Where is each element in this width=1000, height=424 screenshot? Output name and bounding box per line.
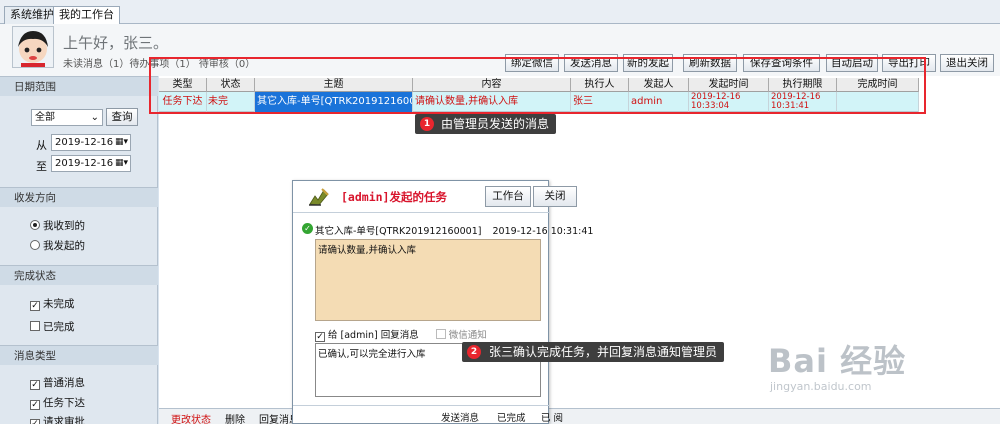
to-date-field[interactable]: 2019-12-16 ▦▾ [51, 155, 131, 172]
task-dialog: [admin]发起的任务 工作台 关闭 ✓ 其它入库-单号[QTRK201912… [292, 180, 593, 424]
checkbox-complete[interactable]: 已完成 [30, 319, 75, 334]
from-date-value: 2019-12-16 [55, 137, 114, 148]
change-status-link[interactable]: 更改状态 [171, 411, 211, 424]
dialog-subject-text: 其它入库-单号[QTRK201912160001] [315, 226, 482, 237]
mark-complete-button[interactable]: 已完成 [497, 410, 526, 424]
callout-reply-message: 2 张三确认完成任务，并回复消息通知管理员 [462, 342, 725, 362]
callout-text: 张三确认完成任务，并回复消息通知管理员 [489, 345, 718, 359]
checkbox-checked-icon: ✓ [30, 301, 40, 311]
calendar-dropdown-icon: ▦▾ [114, 137, 128, 147]
checkbox-incomplete[interactable]: ✓ 未完成 [30, 296, 75, 311]
check-circle-icon: ✓ [302, 223, 313, 234]
watermark-logo: Bai 经验 [768, 342, 907, 380]
checkbox-complete-label: 已完成 [43, 321, 75, 333]
msg-type-header: 消息类型 [0, 345, 158, 365]
checkbox-approval-request[interactable]: ✓ 请求审批 [30, 414, 85, 424]
highlight-box [149, 57, 926, 114]
calendar-dropdown-icon: ▦▾ [114, 158, 128, 168]
from-label: 从 [36, 139, 47, 152]
callout-number: 2 [467, 345, 481, 359]
radio-received-label: 我收到的 [43, 220, 85, 232]
watermark: Bai 经验 jingyan.baidu.com [760, 336, 970, 406]
checkbox-approval-request-label: 请求审批 [43, 416, 85, 424]
dialog-divider [293, 212, 550, 213]
to-label: 至 [36, 160, 47, 173]
bottom-action-bar: 更改状态 删除 回复消息 [159, 408, 1000, 424]
checkbox-incomplete-label: 未完成 [43, 298, 75, 310]
completion-header: 完成状态 [0, 265, 158, 285]
mark-read-button[interactable]: 已 阅 [541, 410, 563, 424]
delete-link[interactable]: 删除 [225, 411, 245, 424]
task-content-box: 请确认数量,并确认入库 [315, 239, 541, 321]
to-date-value: 2019-12-16 [55, 158, 114, 169]
checkbox-checked-icon: ✓ [30, 419, 40, 424]
workbench-button[interactable]: 工作台 [485, 186, 531, 207]
tab-my-workbench[interactable]: 我的工作台 [53, 6, 120, 24]
callout-admin-message: 1 由管理员发送的消息 [415, 114, 557, 134]
radio-sent[interactable]: 我发起的 [30, 238, 85, 253]
tab-bar: 系统维护 我的工作台 [0, 0, 1000, 24]
dialog-title: [admin]发起的任务 [341, 190, 447, 204]
checkbox-checked-icon: ✓ [30, 400, 40, 410]
date-range-select[interactable]: 全部 ⌄ [31, 109, 103, 126]
checkbox-unchecked-icon [30, 321, 40, 331]
dialog-subject-time: 2019-12-16 10:31:41 [492, 226, 594, 237]
chevron-down-icon: ⌄ [90, 112, 99, 123]
checkbox-task-assign[interactable]: ✓ 任务下达 [30, 395, 85, 410]
reply-checkbox-label: 给 [admin] 回复消息 [328, 330, 419, 341]
dialog-subject: 其它入库-单号[QTRK201912160001] 2019-12-16 10:… [315, 223, 593, 237]
send-reply-button[interactable]: 发送消息 [441, 410, 479, 424]
radio-received[interactable]: 我收到的 [30, 218, 85, 233]
sidebar: 日期范围 全部 ⌄ 查询 从 2019-12-16 ▦▾ 至 2019-12-1… [0, 76, 158, 424]
date-range-select-value: 全部 [35, 112, 55, 123]
task-edit-icon [307, 186, 331, 211]
from-date-field[interactable]: 2019-12-16 ▦▾ [51, 134, 131, 151]
query-button[interactable]: 查询 [106, 108, 138, 126]
radio-selected-icon [30, 220, 40, 230]
checkbox-checked-icon: ✓ [30, 380, 40, 390]
checkbox-task-assign-label: 任务下达 [43, 397, 85, 409]
reply-checkbox[interactable]: ✓ [315, 332, 325, 342]
checkbox-normal-message-label: 普通消息 [43, 377, 85, 389]
tab-system-maintenance[interactable]: 系统维护 [4, 6, 60, 24]
reply-options: ✓ 给 [admin] 回复消息 微信通知 [315, 327, 487, 342]
callout-number: 1 [420, 117, 434, 131]
avatar [12, 26, 54, 68]
date-range-header: 日期范围 [0, 76, 158, 96]
direction-header: 收发方向 [0, 187, 158, 207]
checkbox-normal-message[interactable]: ✓ 普通消息 [30, 375, 85, 390]
exit-close-button[interactable]: 退出关闭 [940, 54, 994, 72]
greeting-text: 上午好，张三。 [63, 34, 169, 52]
wechat-checkbox[interactable] [435, 329, 446, 339]
radio-sent-label: 我发起的 [43, 240, 85, 252]
wechat-checkbox-label: 微信通知 [448, 330, 487, 341]
radio-unselected-icon [30, 240, 40, 250]
watermark-url: jingyan.baidu.com [770, 380, 872, 393]
dialog-close-button[interactable]: 关闭 [533, 186, 577, 207]
callout-text: 由管理员发送的消息 [441, 117, 550, 131]
dialog-footer: 发送消息 已完成 已 阅 [293, 405, 563, 424]
